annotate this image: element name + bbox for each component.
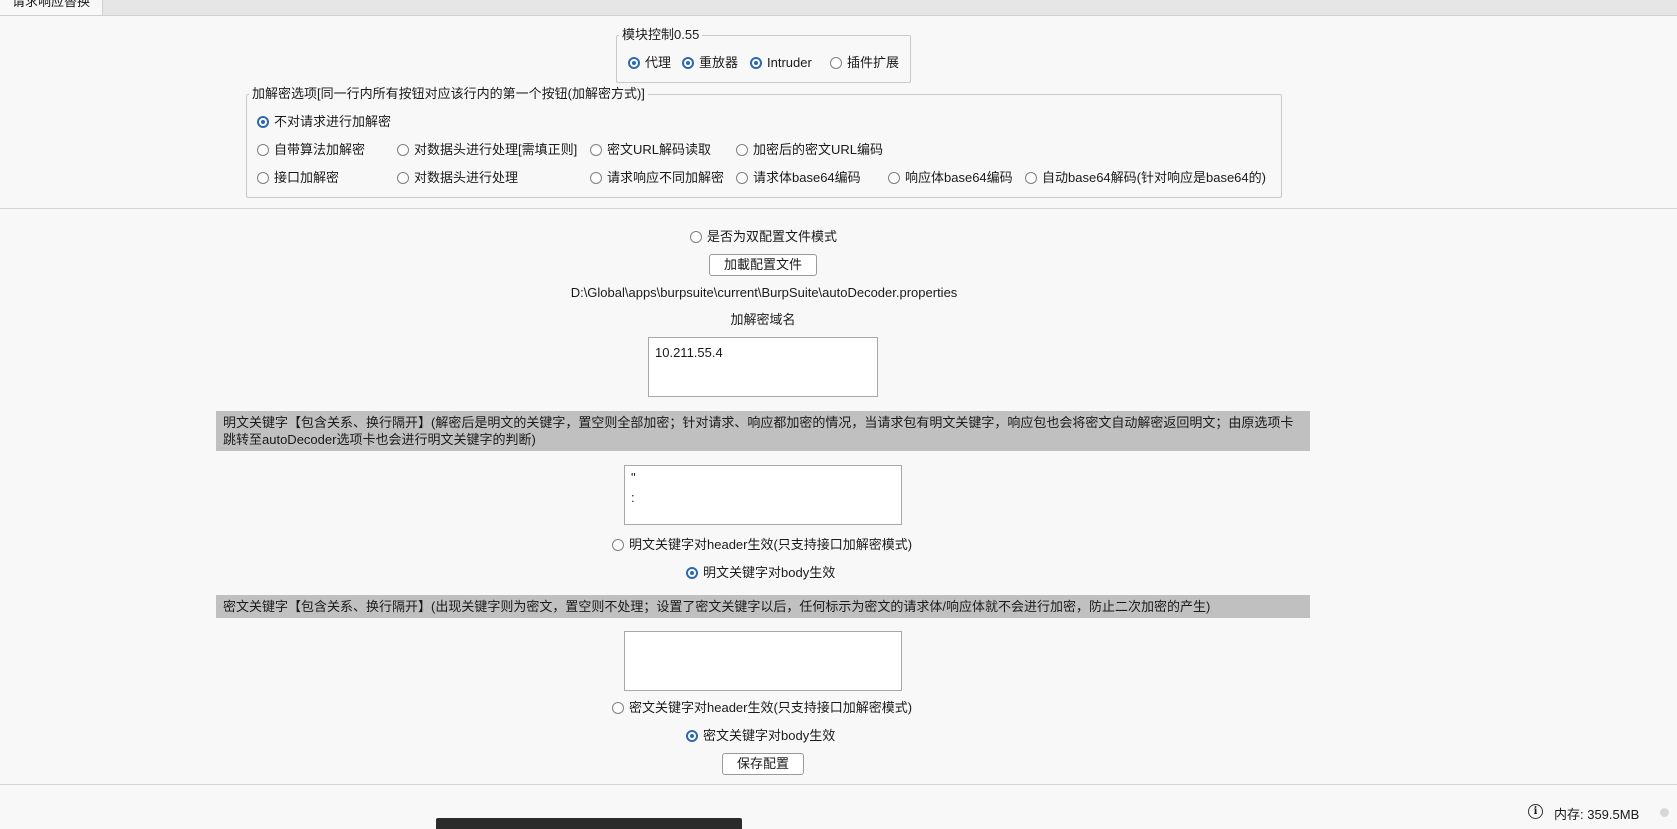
radio-indicator — [686, 730, 698, 742]
radio-label: 请求响应不同加解密 — [607, 170, 725, 185]
module-control-legend: 模块控制0.55 — [619, 27, 703, 43]
radio-indicator — [612, 539, 624, 551]
domain-label: 加解密域名 — [730, 312, 796, 327]
radio-module-repeater[interactable]: 重放器 — [682, 55, 738, 71]
ciphertext-keyword-banner: 密文关键字【包含关系、换行隔开】(出现关键字则为密文，置空则不处理；设置了密文关… — [216, 595, 1310, 618]
radio-indicator — [590, 172, 602, 184]
config-file-path: D:\Global\apps\burpsuite\current\BurpSui… — [570, 285, 958, 300]
radio-module-proxy[interactable]: 代理 — [628, 55, 671, 71]
radio-label: 响应体base64编码 — [905, 170, 1013, 185]
crypto-options-legend: 加解密选项[同一行内所有按钮对应该行内的第一个按钮(加解密方式)] — [249, 86, 648, 102]
status-indicator — [1660, 808, 1669, 817]
tab-request-response-replace[interactable]: 请求响应替换 — [0, 0, 104, 15]
radio-indicator — [257, 172, 269, 184]
radio-label: 插件扩展 — [847, 55, 900, 70]
radio-indicator — [257, 116, 269, 128]
radio-req-base64[interactable]: 请求体base64编码 — [736, 170, 861, 186]
domain-input[interactable]: 10.211.55.4 — [648, 337, 878, 397]
radio-diff-crypto[interactable]: 请求响应不同加解密 — [590, 170, 724, 186]
radio-label: 密文关键字对body生效 — [703, 728, 836, 743]
radio-indicator — [257, 144, 269, 156]
radio-indicator — [736, 172, 748, 184]
radio-indicator — [888, 172, 900, 184]
radio-url-decode[interactable]: 密文URL解码读取 — [590, 142, 711, 158]
radio-indicator — [397, 144, 409, 156]
radio-label: 代理 — [645, 55, 672, 70]
radio-label: 明文关键字对body生效 — [703, 565, 836, 580]
radio-label: Intruder — [767, 55, 812, 70]
radio-label: 加密后的密文URL编码 — [753, 142, 884, 157]
radio-label: 重放器 — [699, 55, 739, 70]
radio-api-crypto[interactable]: 接口加解密 — [257, 170, 339, 186]
radio-label: 对数据头进行处理 — [414, 170, 519, 185]
tab-strip — [0, 0, 1677, 16]
divider — [0, 208, 1677, 209]
info-icon[interactable]: i — [1528, 804, 1543, 819]
radio-module-intruder[interactable]: Intruder — [750, 55, 812, 71]
radio-indicator — [628, 57, 640, 69]
load-config-button[interactable]: 加載配置文件 — [709, 254, 817, 276]
radio-ciphertext-body[interactable]: 密文关键字对body生效 — [686, 728, 835, 744]
radio-label: 自动base64解码(针对响应是base64的) — [1042, 170, 1266, 185]
radio-indicator — [612, 702, 624, 714]
radio-label: 明文关键字对header生效(只支持接口加解密模式) — [629, 537, 913, 552]
radio-label: 不对请求进行加解密 — [274, 114, 392, 129]
radio-plaintext-header[interactable]: 明文关键字对header生效(只支持接口加解密模式) — [612, 537, 912, 553]
plaintext-keyword-input[interactable]: " : — [624, 465, 902, 525]
plaintext-banner-line2: 跳转至autoDecoder选项卡也会进行明文关键字的判断) — [223, 432, 536, 447]
radio-ciphertext-header[interactable]: 密文关键字对header生效(只支持接口加解密模式) — [612, 700, 912, 716]
radio-auto-base64[interactable]: 自动base64解码(针对响应是base64的) — [1025, 170, 1266, 186]
radio-label: 自带算法加解密 — [274, 142, 366, 157]
radio-indicator — [830, 57, 842, 69]
radio-label: 是否为双配置文件模式 — [707, 229, 838, 244]
plaintext-banner-line1: 明文关键字【包含关系、换行隔开】(解密后是明文的关键字，置空则全部加密；针对请求… — [223, 415, 1294, 430]
radio-url-encode[interactable]: 加密后的密文URL编码 — [736, 142, 883, 158]
radio-label: 请求体base64编码 — [753, 170, 861, 185]
radio-indicator — [750, 57, 762, 69]
radio-indicator — [686, 567, 698, 579]
radio-builtin-crypto[interactable]: 自带算法加解密 — [257, 142, 365, 158]
radio-indicator — [590, 144, 602, 156]
radio-no-crypto[interactable]: 不对请求进行加解密 — [257, 114, 391, 130]
radio-resp-base64[interactable]: 响应体base64编码 — [888, 170, 1013, 186]
memory-usage: 内存: 359.5MB — [1554, 807, 1640, 822]
radio-indicator — [736, 144, 748, 156]
taskbar-preview — [436, 818, 742, 829]
radio-label: 接口加解密 — [274, 170, 340, 185]
radio-indicator — [1025, 172, 1037, 184]
radio-indicator — [690, 231, 702, 243]
radio-dual-config-mode[interactable]: 是否为双配置文件模式 — [690, 229, 837, 245]
plaintext-keyword-banner: 明文关键字【包含关系、换行隔开】(解密后是明文的关键字，置空则全部加密；针对请求… — [216, 411, 1310, 451]
radio-label: 密文关键字对header生效(只支持接口加解密模式) — [629, 700, 913, 715]
radio-label: 密文URL解码读取 — [607, 142, 712, 157]
radio-plaintext-body[interactable]: 明文关键字对body生效 — [686, 565, 835, 581]
divider — [0, 784, 1677, 785]
radio-indicator — [397, 172, 409, 184]
save-config-button[interactable]: 保存配置 — [722, 753, 804, 775]
status-bar: i 内存: 359.5MB — [0, 796, 1677, 829]
radio-indicator — [682, 57, 694, 69]
radio-label: 对数据头进行处理[需填正则] — [414, 142, 578, 157]
radio-module-extender[interactable]: 插件扩展 — [830, 55, 899, 71]
radio-header-process[interactable]: 对数据头进行处理 — [397, 170, 518, 186]
radio-header-regex[interactable]: 对数据头进行处理[需填正则] — [397, 142, 577, 158]
ciphertext-keyword-input[interactable] — [624, 631, 902, 691]
